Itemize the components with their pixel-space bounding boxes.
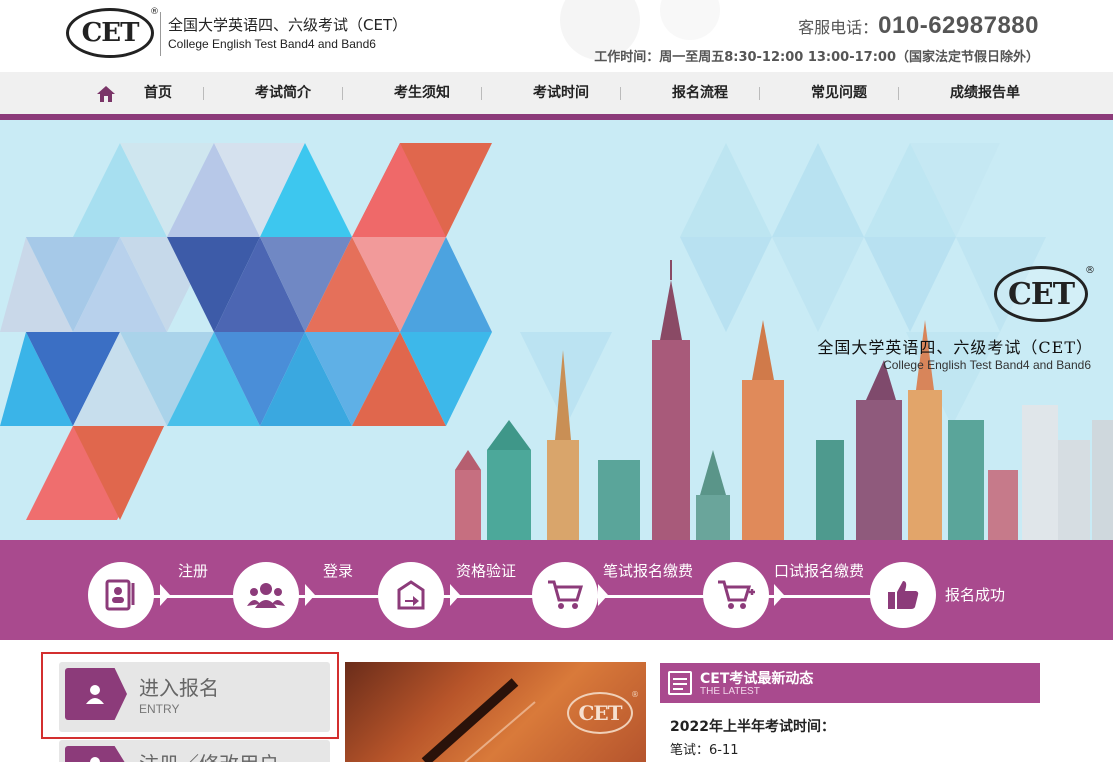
news-icon — [668, 671, 692, 695]
phone-number: 010-62987880 — [878, 12, 1039, 39]
nav-divider — [342, 87, 343, 100]
step-success — [870, 562, 936, 628]
banner-title-cn: 全国大学英语四、六级考试（CET） — [817, 338, 1093, 357]
step-verify — [378, 562, 444, 628]
step-arrow — [305, 584, 315, 606]
step-label-success: 报名成功 — [945, 586, 1006, 604]
entry2-icon-badge — [65, 746, 127, 762]
promo-registered-mark: ® — [631, 690, 639, 699]
step-oral-fee — [703, 562, 769, 628]
register-icon — [105, 579, 135, 611]
entry-subtitle: ENTRY — [139, 702, 180, 716]
nav-item-intro[interactable]: 考试简介 — [252, 72, 314, 114]
working-hours: 工作时间：周一至周五8:30-12:00 13:00-17:00（国家法定节假日… — [594, 50, 1039, 65]
enter-registration-button[interactable]: 进入报名 ENTRY — [59, 662, 330, 732]
banner-registered-mark: ® — [1085, 265, 1095, 276]
nav-divider — [481, 87, 482, 100]
thumbs-up-icon — [888, 581, 919, 609]
home-icon[interactable] — [96, 85, 116, 103]
cet-logo[interactable]: CET ® — [66, 7, 159, 58]
logo-divider — [160, 12, 161, 56]
user-icon — [90, 757, 100, 762]
banner-cet-logo: CET ® — [994, 265, 1095, 322]
nav-divider — [203, 87, 204, 100]
banner-title-en: College English Test Band4 and Band6 — [883, 358, 1091, 372]
verify-icon — [397, 580, 425, 610]
cet-logo-text: CET — [81, 18, 140, 48]
entry2-title: 注册／修改用户 — [139, 748, 279, 762]
cart-icon — [548, 580, 584, 609]
nav-item-process[interactable]: 报名流程 — [669, 72, 731, 114]
nav-divider — [759, 87, 760, 100]
users-icon — [247, 583, 285, 608]
hero-banner: CET ® 全国大学英语四、六级考试（CET） College English … — [0, 120, 1113, 540]
header: CET ® 全国大学英语四、六级考试（CET） College English … — [0, 0, 1113, 72]
cart-plus-icon — [718, 580, 755, 609]
step-arrow — [450, 584, 460, 606]
nav-item-home[interactable]: 首页 — [140, 72, 176, 114]
entry-icon-badge — [65, 668, 127, 720]
step-label-login: 登录 — [323, 562, 354, 580]
nav-divider — [620, 87, 621, 100]
step-label-oral-fee: 口试报名缴费 — [774, 562, 865, 580]
news-subtitle: THE LATEST — [700, 686, 760, 697]
step-label-verify: 资格验证 — [456, 562, 517, 580]
step-label-register: 注册 — [178, 562, 209, 580]
step-label-written-fee: 笔试报名缴费 — [603, 562, 694, 580]
news-item-line: 笔试：6-11 — [670, 743, 739, 758]
registered-mark: ® — [150, 7, 159, 17]
nav-divider — [898, 87, 899, 100]
nav-item-score-report[interactable]: 成绩报告单 — [946, 72, 1024, 114]
step-register — [88, 562, 154, 628]
nav-item-schedule[interactable]: 考试时间 — [530, 72, 592, 114]
contact-phone: 客服电话：010-62987880 — [798, 12, 1039, 40]
site-title-en: College English Test Band4 and Band6 — [168, 37, 376, 51]
phone-label: 客服电话： — [798, 18, 879, 37]
step-written-fee — [532, 562, 598, 628]
promo-logo-text: CET — [578, 701, 622, 725]
registration-steps: 注册 登录 资格验证 笔试报名缴费 口试报名缴费 报名成功 — [0, 540, 1113, 640]
nav-item-notice[interactable]: 考生须知 — [391, 72, 453, 114]
step-arrow — [774, 584, 784, 606]
site-title-cn: 全国大学英语四、六级考试（CET） — [168, 16, 408, 34]
nav-item-faq[interactable]: 常见问题 — [808, 72, 870, 114]
user-icon — [86, 685, 104, 704]
entry-title: 进入报名 — [139, 676, 219, 700]
promo-cet-logo: CET ® — [567, 690, 639, 734]
news-title: CET考试最新动态 — [700, 671, 814, 687]
step-arrow — [598, 584, 608, 606]
register-modify-user-button[interactable]: 注册／修改用户 — [59, 740, 330, 762]
promo-image[interactable]: CET ® — [345, 662, 646, 762]
step-login — [233, 562, 299, 628]
banner-logo-text: CET — [1007, 276, 1075, 312]
step-arrow — [160, 584, 170, 606]
main-nav: 首页 考试简介 考生须知 考试时间 报名流程 常见问题 成绩报告单 — [0, 72, 1113, 114]
page: CET ® 全国大学英语四、六级考试（CET） College English … — [0, 0, 1113, 762]
news-item-title[interactable]: 2022年上半年考试时间： — [670, 716, 835, 736]
news-header: CET考试最新动态 THE LATEST — [660, 663, 1040, 703]
banner-art — [0, 143, 1113, 540]
